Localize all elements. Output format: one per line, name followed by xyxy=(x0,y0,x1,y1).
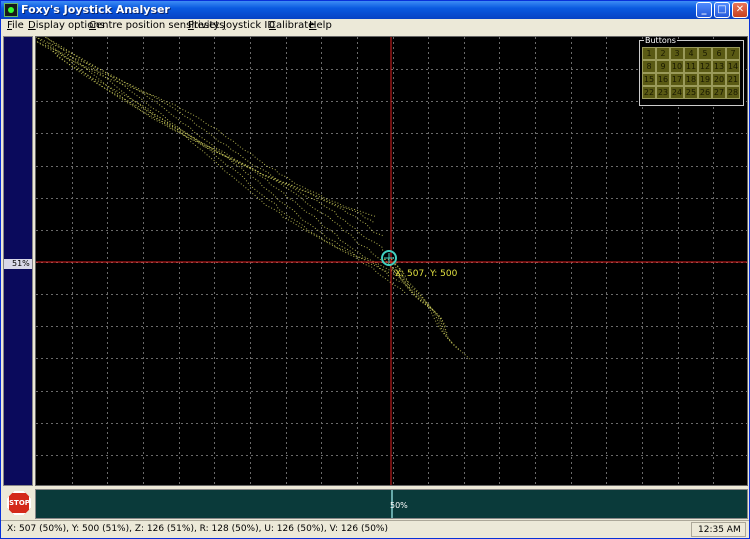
menu-file[interactable]: File xyxy=(7,20,24,31)
menu-presets[interactable]: Presets xyxy=(188,20,224,31)
joystick-button-25: 25 xyxy=(684,86,698,99)
joystick-button-10: 10 xyxy=(670,60,684,73)
x-axis-center-label: 50% xyxy=(390,501,408,510)
joystick-button-5: 5 xyxy=(698,47,712,60)
buttons-panel-title: Buttons xyxy=(644,36,677,45)
movement-trail xyxy=(56,55,407,295)
joystick-app-icon xyxy=(4,3,18,17)
y-axis-center-label: 51% xyxy=(12,259,30,268)
close-button[interactable]: ✕ xyxy=(732,2,748,18)
joystick-button-3: 3 xyxy=(670,47,684,60)
buttons-panel: Buttons 1 2 3 4 5 6 7 8 9 10 11 12 13 14 15 16 17 18 19 20 2… xyxy=(639,37,744,106)
x-axis-bar: 50% xyxy=(35,489,748,519)
joystick-button-22: 22 xyxy=(642,86,656,99)
minimize-button[interactable]: _ xyxy=(696,2,712,18)
joystick-button-20: 20 xyxy=(712,73,726,86)
menu-joystick-id[interactable]: Joystick ID xyxy=(223,20,275,31)
movement-trail xyxy=(36,40,376,224)
movement-trail xyxy=(36,40,385,237)
joystick-button-23: 23 xyxy=(656,86,670,99)
joystick-button-1: 1 xyxy=(642,47,656,60)
buttons-grid: 1 2 3 4 5 6 7 8 9 10 11 12 13 14 15 16 17 18 19 20 21 22 23 24 2… xyxy=(642,47,740,99)
joystick-button-21: 21 xyxy=(726,73,740,86)
joystick-button-27: 27 xyxy=(712,86,726,99)
joystick-button-7: 7 xyxy=(726,47,740,60)
joystick-button-28: 28 xyxy=(726,86,740,99)
joystick-button-6: 6 xyxy=(712,47,726,60)
status-time: 12:35 AM xyxy=(698,525,741,535)
joystick-button-4: 4 xyxy=(684,47,698,60)
window-title: Foxy's Joystick Analyser xyxy=(21,3,170,16)
menu-bar: File Display options Centre position sen… xyxy=(1,19,749,34)
y-axis-bar: 51% xyxy=(3,36,33,486)
joystick-button-17: 17 xyxy=(670,73,684,86)
menu-calibrate[interactable]: Calibrate xyxy=(269,20,314,31)
joystick-button-8: 8 xyxy=(642,60,656,73)
joystick-button-11: 11 xyxy=(684,60,698,73)
crosshair-coordinate-label: X: 507, Y: 500 xyxy=(395,269,458,279)
app-window: Foxy's Joystick Analyser _ □ ✕ File Disp… xyxy=(0,0,750,539)
movement-trail xyxy=(48,42,401,278)
joystick-button-18: 18 xyxy=(684,73,698,86)
status-bar: X: 507 (50%), Y: 500 (51%), Z: 126 (51%)… xyxy=(1,520,749,538)
joystick-button-12: 12 xyxy=(698,60,712,73)
joystick-button-26: 26 xyxy=(698,86,712,99)
joystick-button-16: 16 xyxy=(656,73,670,86)
joystick-button-2: 2 xyxy=(656,47,670,60)
joystick-button-14: 14 xyxy=(726,60,740,73)
joystick-plot-area[interactable]: X: 507, Y: 500 Buttons 1 2 3 4 5 6 7 8 9 10 11 12 13… xyxy=(35,36,748,486)
status-time-panel: 12:35 AM xyxy=(691,522,746,537)
joystick-button-19: 19 xyxy=(698,73,712,86)
movement-trail xyxy=(44,37,398,274)
movement-trail xyxy=(387,258,443,320)
status-axes-readout: X: 507 (50%), Y: 500 (51%), Z: 126 (51%)… xyxy=(7,524,388,534)
movement-trail xyxy=(36,37,384,252)
joystick-button-13: 13 xyxy=(712,60,726,73)
title-bar[interactable]: Foxy's Joystick Analyser _ □ ✕ xyxy=(1,1,749,19)
stop-button[interactable]: STOP xyxy=(7,491,31,515)
menu-help[interactable]: Help xyxy=(309,20,332,31)
joystick-button-24: 24 xyxy=(670,86,684,99)
maximize-button[interactable]: □ xyxy=(714,2,730,18)
joystick-button-15: 15 xyxy=(642,73,656,86)
joystick-button-9: 9 xyxy=(656,60,670,73)
